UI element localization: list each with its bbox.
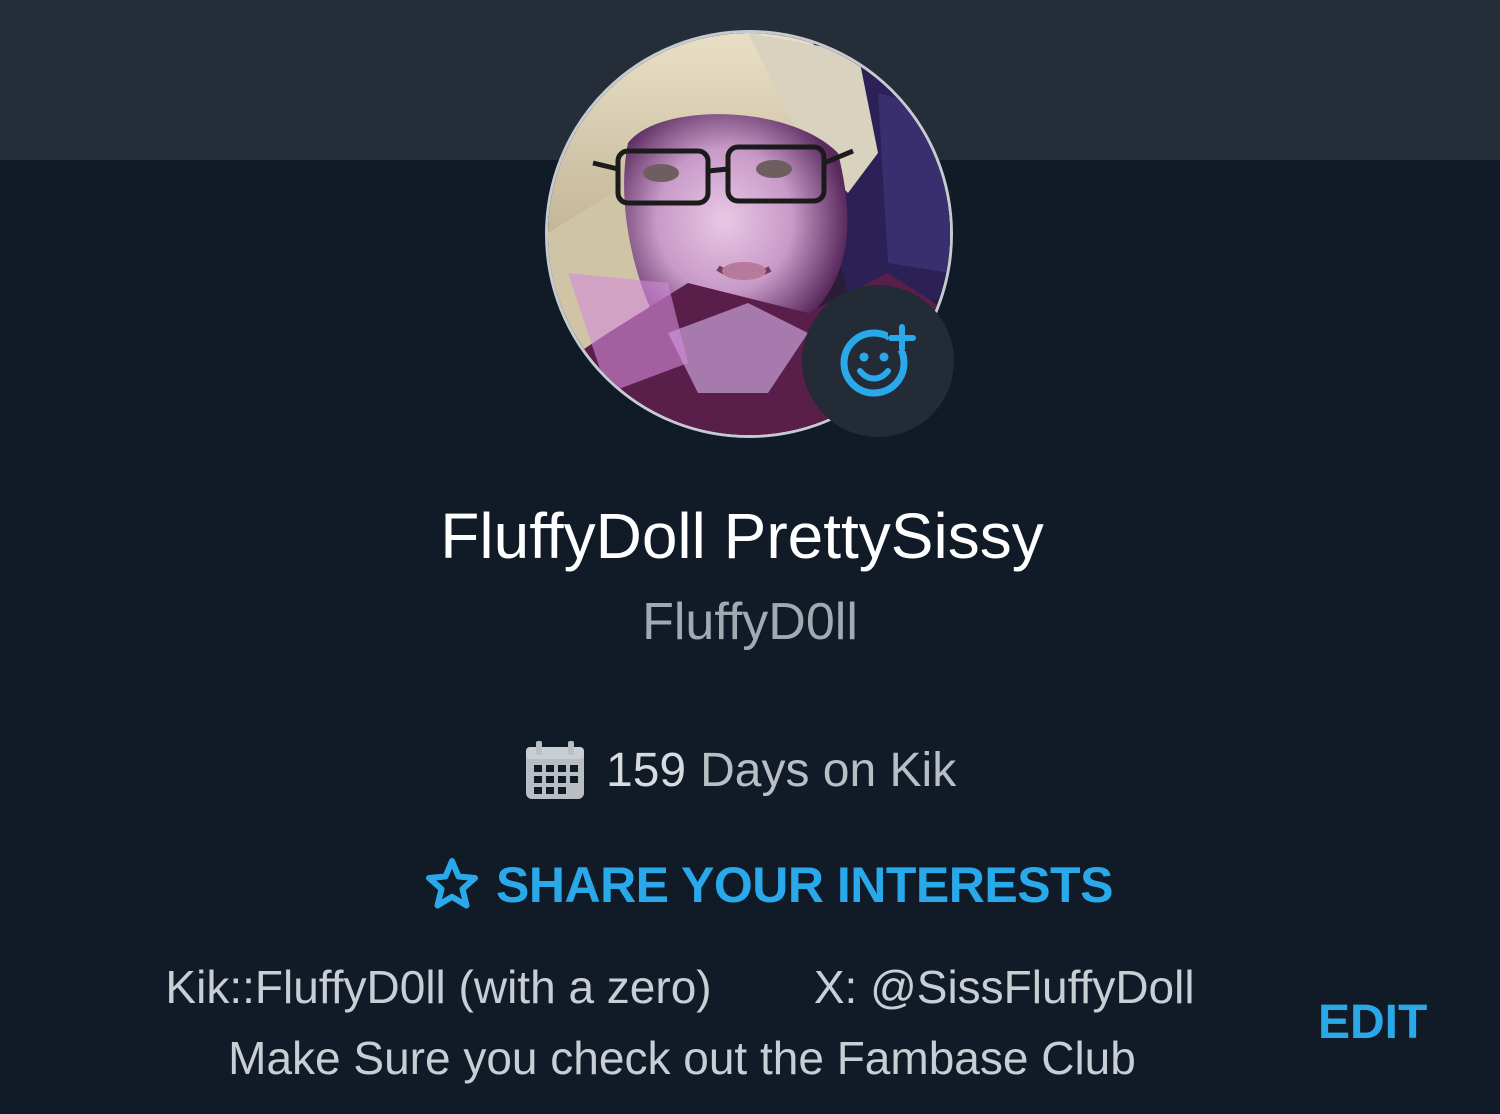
days-count: 159: [606, 743, 687, 797]
share-interests-label: SHARE YOUR INTERESTS: [496, 857, 1113, 913]
username: FluffyD0ll: [642, 593, 858, 651]
calendar-icon: [526, 741, 584, 799]
add-emoji-icon: [840, 324, 916, 397]
share-interests-button[interactable]: SHARE YOUR INTERESTS: [422, 852, 1113, 918]
display-name: FluffyDoll PrettySissy: [440, 500, 1044, 572]
edit-bio-button[interactable]: EDIT: [1318, 992, 1427, 1054]
days-on-kik: 159 Days on Kik: [524, 738, 956, 802]
bio-line-1: Kik::FluffyD0ll (with a zero) X: @SissFl…: [165, 961, 1195, 1013]
add-emoji-button[interactable]: [802, 285, 954, 437]
avatar-container: [545, 30, 954, 438]
star-outline-icon: [426, 858, 478, 909]
days-label: Days on Kik: [700, 743, 957, 797]
bio-line-2: Make Sure you check out the Fambase Club: [228, 1032, 1136, 1084]
